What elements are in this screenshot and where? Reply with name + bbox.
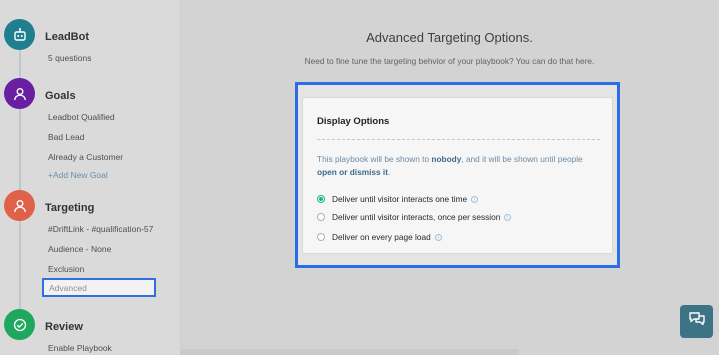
targeting-item[interactable]: #DriftLink - #qualification-57 bbox=[48, 224, 153, 234]
info-icon[interactable]: i bbox=[504, 213, 512, 221]
display-options-card: Display Options This playbook will be sh… bbox=[302, 97, 613, 254]
until-condition-link[interactable]: open or dismiss it bbox=[317, 167, 388, 177]
step-title-targeting[interactable]: Targeting bbox=[45, 202, 94, 214]
radio-selected[interactable] bbox=[317, 195, 325, 203]
delivery-option-once[interactable]: Deliver until visitor interacts one time… bbox=[317, 194, 479, 204]
step-title-review[interactable]: Review bbox=[45, 321, 83, 333]
playbook-steps-sidebar: LeadBot 5 questions Goals Leadbot Qualif… bbox=[0, 0, 181, 355]
audience-link[interactable]: nobody bbox=[431, 154, 461, 164]
goal-item[interactable]: Leadbot Qualified bbox=[48, 112, 115, 122]
page-subtitle: Need to fine tune the targeting behvior … bbox=[304, 56, 595, 66]
page-title: Advanced Targeting Options. bbox=[366, 30, 533, 45]
goal-item[interactable]: Already a Customer bbox=[48, 152, 123, 162]
targeting-item[interactable]: Audience - None bbox=[48, 244, 111, 254]
goal-item[interactable]: Bad Lead bbox=[48, 132, 84, 142]
targeting-item[interactable]: Exclusion bbox=[48, 264, 84, 274]
info-icon[interactable]: i bbox=[471, 195, 479, 203]
chat-widget-button[interactable] bbox=[680, 305, 713, 338]
option-label: Deliver until visitor interacts one time bbox=[332, 194, 468, 204]
card-title: Display Options bbox=[317, 116, 390, 127]
option-label: Deliver on every page load bbox=[332, 232, 431, 242]
info-icon[interactable]: i bbox=[434, 233, 442, 241]
step-title-goals[interactable]: Goals bbox=[45, 90, 76, 102]
leadbot-question-count[interactable]: 5 questions bbox=[48, 53, 91, 63]
enable-playbook-item[interactable]: Enable Playbook bbox=[48, 343, 112, 353]
targeting-item-advanced-selected[interactable]: Advanced bbox=[42, 278, 156, 297]
display-options-highlight: Display Options This playbook will be sh… bbox=[295, 82, 620, 268]
option-label: Deliver until visitor interacts, once pe… bbox=[332, 212, 501, 222]
radio-unselected[interactable] bbox=[317, 233, 325, 241]
step-title-leadbot[interactable]: LeadBot bbox=[45, 31, 89, 43]
delivery-option-per-session[interactable]: Deliver until visitor interacts, once pe… bbox=[317, 212, 512, 222]
person-icon bbox=[4, 78, 35, 109]
chat-bubbles-icon bbox=[688, 310, 706, 333]
add-new-goal-link[interactable]: +Add New Goal bbox=[48, 170, 108, 180]
divider bbox=[317, 139, 600, 140]
footer-shadow bbox=[180, 349, 519, 355]
check-icon bbox=[4, 309, 35, 340]
person-icon bbox=[4, 190, 35, 221]
radio-unselected[interactable] bbox=[317, 213, 325, 221]
display-description: This playbook will be shown to nobody, a… bbox=[317, 154, 583, 177]
bot-icon bbox=[4, 19, 35, 50]
delivery-option-every-load[interactable]: Deliver on every page load i bbox=[317, 232, 442, 242]
